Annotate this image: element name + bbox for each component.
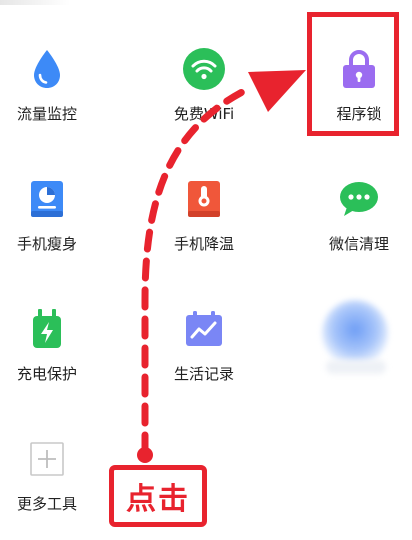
battery-icon <box>23 305 71 353</box>
tool-label: 生活记录 <box>173 365 234 383</box>
wechat-icon <box>335 175 383 223</box>
tool-free-wifi[interactable]: 免费WiFi <box>144 45 264 123</box>
tool-label: 流量监控 <box>16 105 77 123</box>
blurred-label <box>326 360 386 374</box>
top-edge-fragment <box>0 0 70 5</box>
tool-label: 充电保护 <box>16 365 77 383</box>
callout-text: 点击 <box>126 482 190 517</box>
tool-label: 程序锁 <box>336 105 382 123</box>
tool-app-lock[interactable]: 程序锁 <box>299 45 412 123</box>
tool-traffic-monitor[interactable]: 流量监控 <box>0 45 107 123</box>
tool-wechat-clean[interactable]: 微信清理 <box>299 175 412 253</box>
tap-instruction-callout: 点击 <box>109 465 207 527</box>
tool-charge-protect[interactable]: 充电保护 <box>0 305 107 383</box>
lock-icon <box>335 45 383 93</box>
tool-label: 手机瘦身 <box>16 235 77 253</box>
calendar-chart-icon <box>180 305 228 353</box>
tool-more-tools[interactable]: 更多工具 <box>0 435 107 513</box>
tool-label: 手机降温 <box>173 235 234 253</box>
tool-phone-cooling[interactable]: 手机降温 <box>144 175 264 253</box>
plus-icon <box>23 435 71 483</box>
tool-label: 微信清理 <box>328 235 389 253</box>
tool-life-record[interactable]: 生活记录 <box>144 305 264 383</box>
storage-pie-icon <box>23 175 71 223</box>
thermometer-icon <box>180 175 228 223</box>
tool-label: 更多工具 <box>16 495 77 513</box>
water-drop-icon <box>23 45 71 93</box>
blurred-icon <box>322 300 388 366</box>
tool-label: 免费WiFi <box>173 105 235 123</box>
tool-phone-slim[interactable]: 手机瘦身 <box>0 175 107 253</box>
wifi-icon <box>180 45 228 93</box>
